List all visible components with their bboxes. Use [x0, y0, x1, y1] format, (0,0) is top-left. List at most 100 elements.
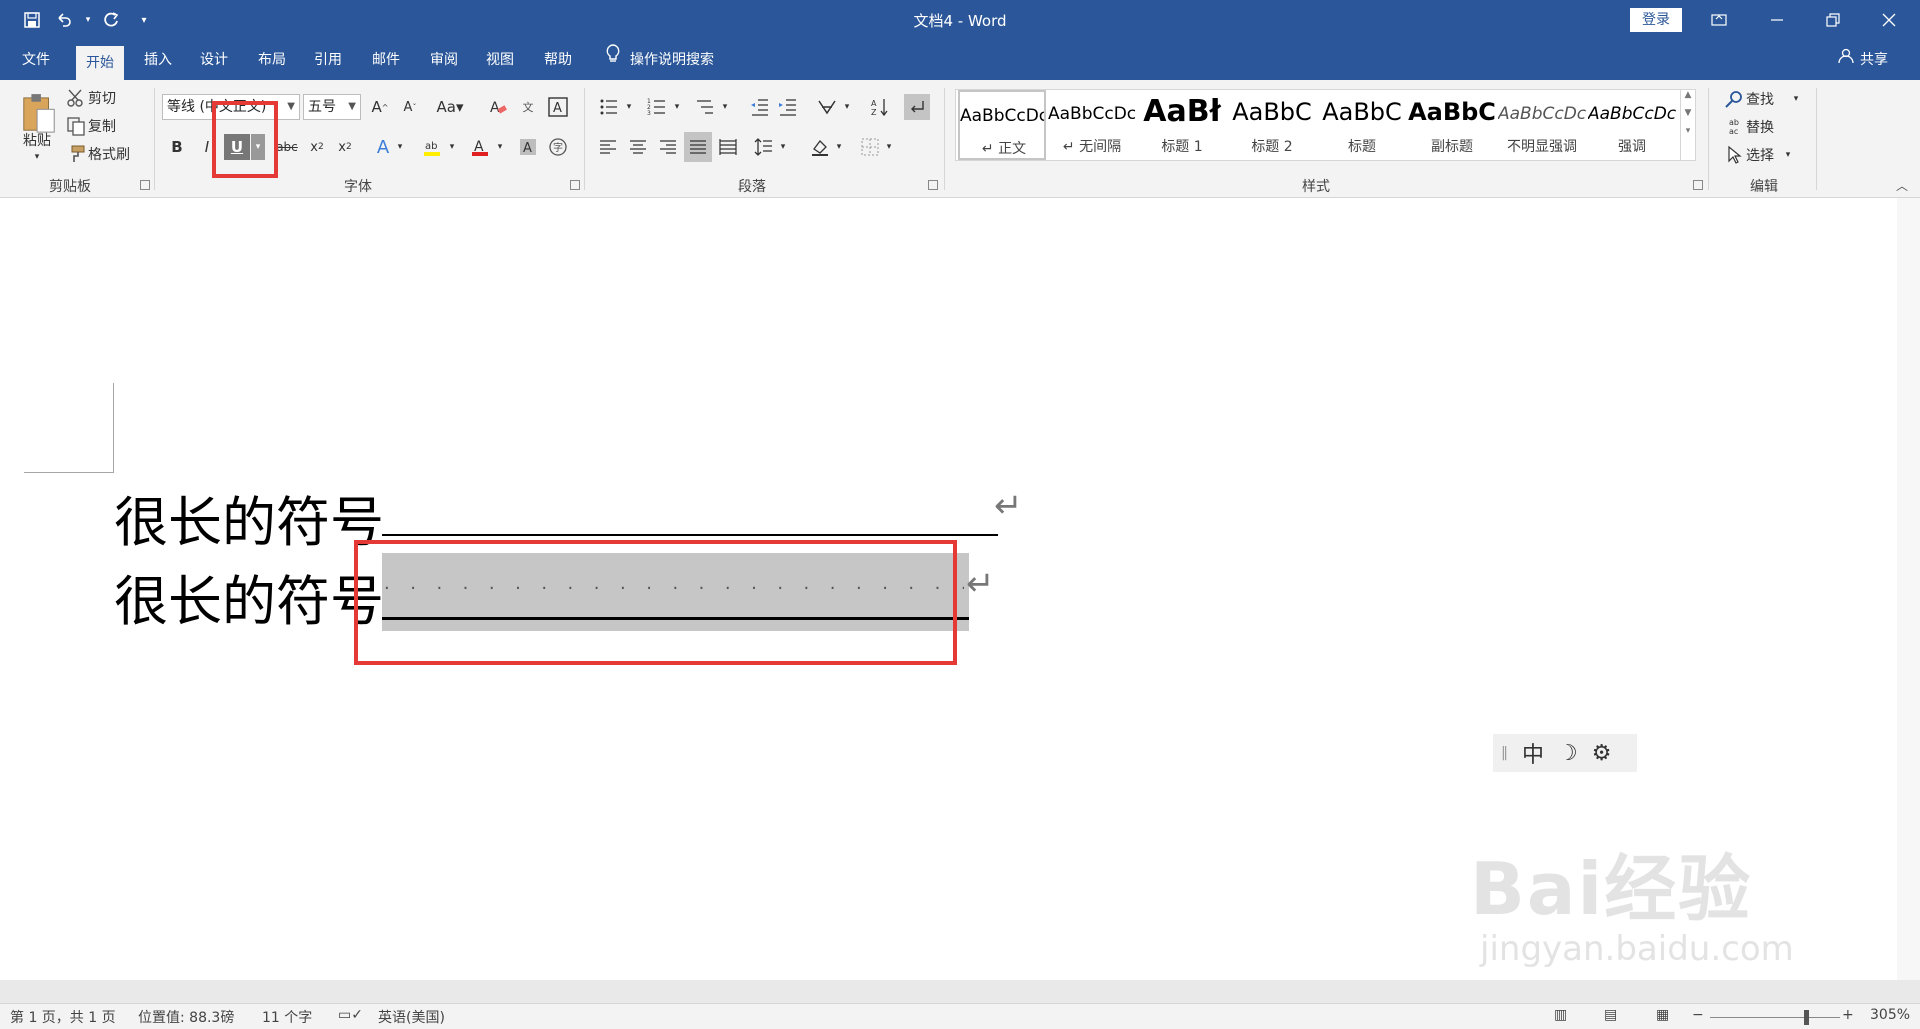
- chevron-down-icon[interactable]: ▾: [1790, 88, 1802, 110]
- clipboard-dialog-launcher[interactable]: [140, 180, 150, 190]
- justify-icon[interactable]: [684, 132, 712, 162]
- chevron-down-icon[interactable]: ▾: [834, 134, 844, 160]
- moon-icon[interactable]: ☽: [1558, 741, 1578, 766]
- text-effects-icon[interactable]: A: [372, 134, 394, 160]
- chevron-down-icon[interactable]: ▾: [842, 94, 852, 120]
- style-subtitle[interactable]: AaBbC 副标题: [1408, 90, 1496, 160]
- highlight-color-icon[interactable]: ab: [420, 134, 444, 160]
- web-layout-icon[interactable]: ▦: [1656, 1007, 1669, 1023]
- shading-icon[interactable]: [808, 134, 832, 160]
- phonetic-guide-icon[interactable]: 文: [516, 94, 540, 120]
- style-heading-2[interactable]: AaBbC 标题 2: [1228, 90, 1316, 160]
- tab-references[interactable]: 引用: [304, 40, 352, 80]
- bullets-icon[interactable]: [596, 94, 622, 120]
- shrink-font-icon[interactable]: Aˇ: [398, 94, 422, 120]
- share-button[interactable]: 共享: [1838, 40, 1888, 80]
- ime-mode-button[interactable]: 中: [1522, 737, 1544, 769]
- tab-review[interactable]: 审阅: [420, 40, 468, 80]
- tab-insert[interactable]: 插入: [134, 40, 182, 80]
- find-button[interactable]: 查找: [1746, 88, 1782, 110]
- bold-button[interactable]: B: [166, 134, 188, 160]
- page-count[interactable]: 第 1 页，共 1 页: [10, 1007, 116, 1027]
- document-line-1[interactable]: 很长的符号: [114, 478, 384, 557]
- align-left-icon[interactable]: [596, 134, 620, 160]
- cut-button[interactable]: 剪切: [88, 88, 128, 108]
- tab-help[interactable]: 帮助: [534, 40, 582, 80]
- paste-label[interactable]: 粘贴: [14, 130, 60, 150]
- scroll-up-icon[interactable]: ▲: [1681, 90, 1695, 100]
- font-dialog-launcher[interactable]: [570, 180, 580, 190]
- zoom-slider-thumb[interactable]: [1804, 1010, 1809, 1025]
- zoom-level[interactable]: 305%: [1870, 1007, 1910, 1023]
- multilevel-list-icon[interactable]: [692, 94, 718, 120]
- change-case-icon[interactable]: Aa▾: [432, 94, 468, 120]
- subscript-icon[interactable]: x2: [306, 134, 328, 160]
- styles-dialog-launcher[interactable]: [1693, 180, 1703, 190]
- zoom-slider[interactable]: [1710, 1017, 1840, 1018]
- font-size-combo[interactable]: 五号 ▼: [303, 94, 361, 120]
- tab-file[interactable]: 文件: [12, 40, 60, 80]
- chevron-down-icon[interactable]: ▾: [884, 134, 894, 160]
- paragraph-dialog-launcher[interactable]: [928, 180, 938, 190]
- tab-home[interactable]: 开始: [76, 46, 124, 80]
- chevron-down-icon[interactable]: ▾: [672, 94, 682, 120]
- chinese-layout-icon[interactable]: [814, 94, 840, 120]
- print-layout-icon[interactable]: ▤: [1604, 1007, 1617, 1023]
- ime-toolbar[interactable]: ‖ 中 ☽ ⚙: [1493, 734, 1637, 772]
- numbering-icon[interactable]: 123: [644, 94, 670, 120]
- close-icon[interactable]: [1866, 0, 1912, 40]
- horizontal-scrollbar[interactable]: [0, 980, 1920, 1003]
- gallery-more-icon[interactable]: ▾: [1681, 126, 1695, 136]
- style-no-spacing[interactable]: AaBbCcDc ↵ 无间隔: [1048, 90, 1136, 160]
- font-color-icon[interactable]: A: [468, 134, 492, 160]
- clear-formatting-icon[interactable]: A: [486, 94, 510, 120]
- style-emphasis[interactable]: AaBbCcDc 强调: [1588, 90, 1676, 160]
- vertical-scrollbar[interactable]: [1897, 198, 1920, 980]
- distributed-icon[interactable]: [716, 134, 740, 160]
- tab-mailings[interactable]: 邮件: [362, 40, 410, 80]
- chevron-down-icon[interactable]: ▾: [624, 94, 634, 120]
- styles-gallery-scroll[interactable]: ▲ ▼ ▾: [1680, 89, 1696, 161]
- tab-design[interactable]: 设计: [190, 40, 238, 80]
- sort-icon[interactable]: AZ: [868, 94, 892, 120]
- align-center-icon[interactable]: [626, 134, 650, 160]
- character-border-icon[interactable]: A: [546, 94, 570, 120]
- decrease-indent-icon[interactable]: [748, 94, 772, 120]
- tab-layout[interactable]: 布局: [248, 40, 296, 80]
- chevron-down-icon[interactable]: ▾: [394, 134, 406, 160]
- chevron-down-icon[interactable]: ▾: [446, 134, 458, 160]
- tab-view[interactable]: 视图: [476, 40, 524, 80]
- collapse-ribbon-icon[interactable]: ︿: [1892, 176, 1912, 194]
- document-line-2[interactable]: 很长的符号: [114, 557, 384, 636]
- increase-indent-icon[interactable]: [776, 94, 800, 120]
- minimize-icon[interactable]: [1754, 0, 1800, 40]
- style-title[interactable]: AaBbC 标题: [1318, 90, 1406, 160]
- superscript-icon[interactable]: x2: [334, 134, 356, 160]
- format-painter-button[interactable]: 格式刷: [88, 144, 138, 164]
- chevron-down-icon[interactable]: ▾: [720, 94, 730, 120]
- replace-button[interactable]: 替换: [1746, 116, 1782, 138]
- character-shading-icon[interactable]: A: [516, 134, 540, 160]
- style-heading-1[interactable]: AaBł 标题 1: [1138, 90, 1226, 160]
- grow-font-icon[interactable]: A ^: [368, 94, 392, 120]
- restore-icon[interactable]: [1810, 0, 1856, 40]
- paste-dropdown-icon[interactable]: ▾: [30, 150, 44, 164]
- chevron-down-icon[interactable]: ▾: [778, 134, 788, 160]
- copy-button[interactable]: 复制: [88, 116, 128, 136]
- zoom-in-icon[interactable]: +: [1842, 1007, 1854, 1023]
- align-right-icon[interactable]: [656, 134, 680, 160]
- tell-me-search[interactable]: 操作说明搜索: [604, 40, 714, 80]
- language[interactable]: 英语(美国): [378, 1007, 445, 1027]
- show-paragraph-marks-icon[interactable]: [904, 94, 930, 120]
- borders-icon[interactable]: [858, 134, 882, 160]
- proofing-icon[interactable]: ▭✓: [338, 1007, 363, 1023]
- chevron-down-icon[interactable]: ▾: [1782, 144, 1794, 166]
- zoom-out-icon[interactable]: −: [1692, 1007, 1704, 1023]
- gear-icon[interactable]: ⚙: [1592, 741, 1612, 766]
- chevron-down-icon[interactable]: ▾: [494, 134, 506, 160]
- style-subtle-emphasis[interactable]: AaBbCcDc 不明显强调: [1498, 90, 1586, 160]
- style-normal[interactable]: AaBbCcDc ↵ 正文: [958, 90, 1046, 160]
- scroll-down-icon[interactable]: ▼: [1681, 108, 1695, 118]
- line-spacing-icon[interactable]: [752, 134, 776, 160]
- drag-handle-icon[interactable]: ‖: [1501, 745, 1508, 761]
